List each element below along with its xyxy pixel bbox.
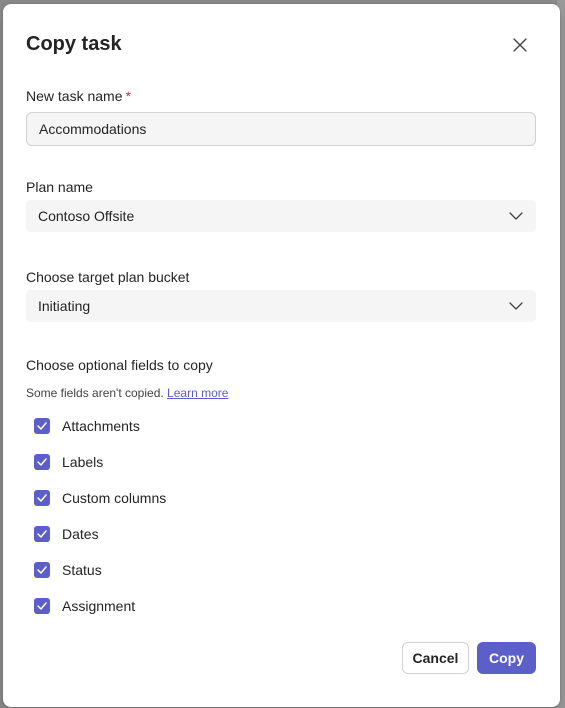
checkbox-dates[interactable]: Dates xyxy=(34,524,99,544)
hint-text: Some fields aren't copied. xyxy=(26,386,164,400)
dialog-title: Copy task xyxy=(26,33,122,55)
checkbox-box[interactable] xyxy=(34,562,50,578)
plan-name-dropdown[interactable]: Contoso Offsite xyxy=(26,200,536,232)
bucket-value: Initiating xyxy=(38,298,91,314)
checkmark-icon xyxy=(37,602,47,610)
copy-task-dialog: Copy task New task name* Plan name Conto… xyxy=(3,4,560,707)
checkbox-box[interactable] xyxy=(34,454,50,470)
checkmark-icon xyxy=(37,494,47,502)
checkbox-label: Labels xyxy=(62,454,104,470)
task-name-label: New task name * xyxy=(26,88,131,104)
checkbox-labels[interactable]: Labels xyxy=(34,452,103,472)
checkbox-label: Assignment xyxy=(62,598,136,614)
cancel-button[interactable]: Cancel xyxy=(402,642,469,674)
optional-fields-hint: Some fields aren't copied. Learn more xyxy=(26,386,228,400)
copy-button[interactable]: Copy xyxy=(477,642,536,674)
task-name-label-text: New task name xyxy=(26,88,123,104)
checkbox-assignment[interactable]: Assignment xyxy=(34,596,135,616)
checkbox-box[interactable] xyxy=(34,598,50,614)
checkbox-label: Status xyxy=(62,562,102,578)
checkbox-box[interactable] xyxy=(34,490,50,506)
bucket-dropdown[interactable]: Initiating xyxy=(26,290,536,322)
checkbox-box[interactable] xyxy=(34,526,50,542)
plan-name-value: Contoso Offsite xyxy=(38,208,135,224)
checkbox-box[interactable] xyxy=(34,418,50,434)
bucket-label: Choose target plan bucket xyxy=(26,269,190,285)
required-mark: * xyxy=(125,88,131,104)
checkmark-icon xyxy=(37,422,47,430)
close-icon xyxy=(513,38,527,52)
close-button[interactable] xyxy=(508,33,532,57)
plan-name-label: Plan name xyxy=(26,179,93,195)
checkbox-label: Attachments xyxy=(62,418,140,434)
chevron-down-icon xyxy=(508,208,524,224)
checkmark-icon xyxy=(37,458,47,466)
chevron-down-icon xyxy=(508,298,524,314)
optional-fields-title: Choose optional fields to copy xyxy=(26,357,213,373)
checkbox-label: Dates xyxy=(62,526,99,542)
checkbox-status[interactable]: Status xyxy=(34,560,102,580)
checkbox-attachments[interactable]: Attachments xyxy=(34,416,140,436)
checkbox-custom-columns[interactable]: Custom columns xyxy=(34,488,166,508)
task-name-input[interactable] xyxy=(26,112,536,146)
checkmark-icon xyxy=(37,530,47,538)
checkbox-label: Custom columns xyxy=(62,490,167,506)
learn-more-link[interactable]: Learn more xyxy=(167,386,228,400)
checkmark-icon xyxy=(37,566,47,574)
